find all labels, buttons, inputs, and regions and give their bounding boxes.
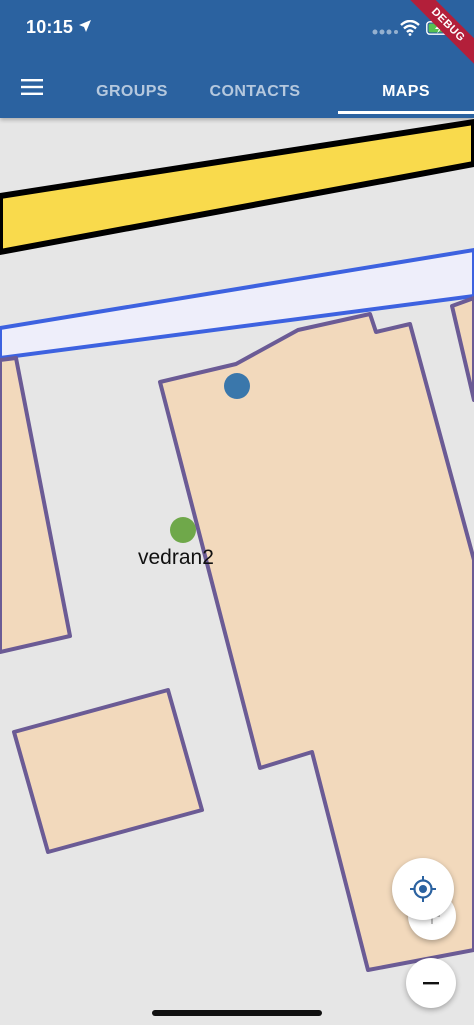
- my-location-icon: [410, 876, 436, 902]
- status-bar: 10:15: [0, 0, 474, 58]
- active-tab-indicator: [338, 111, 474, 114]
- tab-maps[interactable]: MAPS: [338, 70, 474, 114]
- zoom-out-button[interactable]: [406, 958, 456, 1008]
- app-bar: 10:15 GROUPS CONTACTS MAPS DEBUG: [0, 0, 474, 118]
- tab-groups[interactable]: GROUPS: [70, 70, 194, 114]
- menu-button[interactable]: [14, 70, 50, 104]
- tab-contacts[interactable]: CONTACTS: [204, 70, 306, 114]
- minus-icon: [423, 982, 439, 985]
- cellular-signal-icon: [372, 29, 398, 35]
- my-location-button[interactable]: [392, 858, 454, 920]
- marker-label: vedran2: [138, 546, 214, 569]
- location-arrow-icon: [79, 20, 91, 32]
- screen: vedran2 10:15 GROUPS CONTACTS MAPS DEBUG: [0, 0, 474, 1025]
- map-marker[interactable]: [224, 373, 250, 399]
- status-time: 10:15: [26, 17, 74, 37]
- map-marker-vedran2[interactable]: [170, 517, 196, 543]
- wifi-icon: [400, 20, 420, 36]
- home-indicator: [152, 1010, 322, 1016]
- hamburger-menu-icon: [21, 79, 43, 95]
